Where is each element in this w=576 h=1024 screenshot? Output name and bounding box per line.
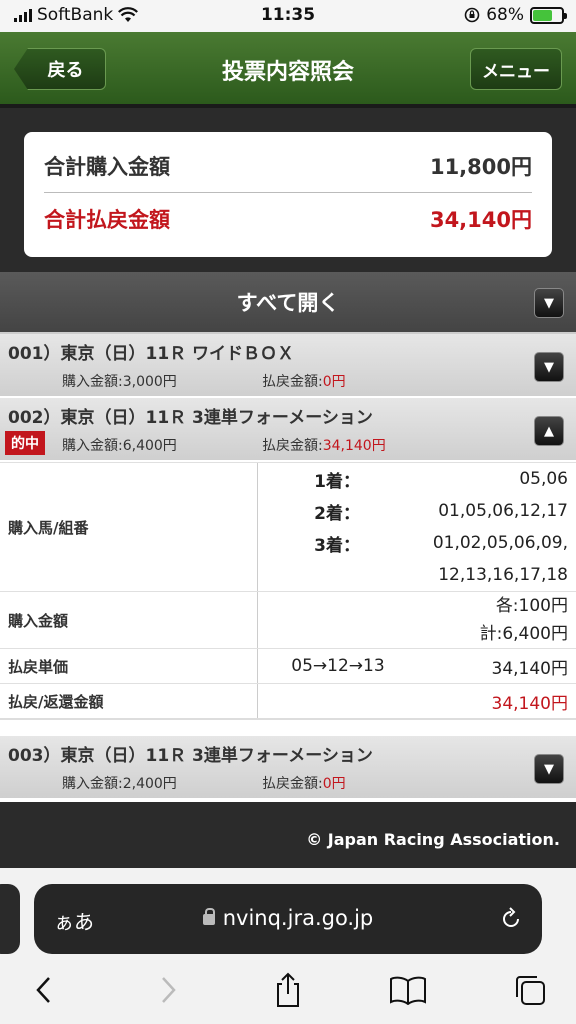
summary-box: 合計購入金額 11,800円 合計払戻金額 34,140円 (24, 132, 552, 257)
first-place: 1着： 05,06 (314, 469, 568, 492)
refund-label: 払戻/返還金額 (0, 684, 258, 718)
entry-title: 001）東京（日）11Ｒ ワイドＢＯＸ (8, 344, 295, 364)
app-header: 戻る 投票内容照会 メニュー (0, 32, 576, 108)
bet-entry-003[interactable]: 003）東京（日）11Ｒ 3連単フォーメーション 購入金額:2,400円 払戻金… (0, 736, 576, 800)
battery-icon (530, 6, 567, 24)
amount-values: 各:100円 計:6,400円 (258, 592, 576, 648)
chevron-down-icon[interactable]: ▼ (534, 754, 564, 784)
url-display[interactable]: nvinq.jra.go.jp (34, 906, 542, 930)
browser-chrome: ぁあ nvinq.jra.go.jp (0, 868, 576, 1024)
bet-entry-002[interactable]: 002）東京（日）11Ｒ 3連単フォーメーション 的中 購入金額:6,400円 … (0, 398, 576, 462)
amount-label: 購入金額 (0, 592, 258, 648)
bet-entry-001[interactable]: 001）東京（日）11Ｒ ワイドＢＯＸ 購入金額:3,000円 払戻金額:0円 … (0, 334, 576, 398)
url-text: nvinq.jra.go.jp (222, 906, 374, 930)
status-right: 68% (464, 5, 567, 25)
total-payout-value: 34,140円 (429, 207, 532, 232)
total-amount: 計:6,400円 (479, 624, 568, 644)
previous-tab-edge[interactable] (0, 884, 20, 954)
refund-value: 34,140円 (491, 693, 568, 714)
winning-combo: 05→12→13 (291, 656, 385, 676)
copyright-footer: © Japan Racing Association. (0, 812, 576, 868)
entry-payout: 払戻金額:34,140円 (262, 438, 386, 454)
unit-price-value: 34,140円 (491, 658, 568, 679)
total-payout-label: 合計払戻金額 (44, 207, 170, 232)
total-purchase-value: 11,800円 (429, 155, 532, 179)
lock-icon (202, 908, 215, 925)
each-amount: 各:100円 (495, 596, 568, 616)
total-purchase-label: 合計購入金額 (44, 155, 170, 179)
chevron-down-icon[interactable]: ▼ (534, 288, 564, 318)
unit-price-values: 05→12→13 34,140円 (258, 649, 576, 683)
chevron-down-icon[interactable]: ▼ (534, 352, 564, 382)
entry-purchase: 購入金額:2,400円 (62, 776, 177, 792)
reload-icon[interactable] (498, 906, 524, 932)
battery-percent: 68% (486, 5, 524, 25)
hit-badge: 的中 (5, 431, 45, 455)
second-place: 2着： 01,05,06,12,17 (314, 501, 568, 524)
browser-toolbar (0, 966, 576, 1016)
bookmarks-icon[interactable] (388, 970, 428, 1010)
horses-row: 購入馬/組番 1着： 05,06 2着： 01,05,06,12,17 3着： 01,… (0, 462, 576, 591)
total-purchase-row: 合計購入金額 11,800円 (44, 140, 532, 192)
entry-title: 002）東京（日）11Ｒ 3連単フォーメーション (8, 408, 373, 428)
forward-icon[interactable] (148, 970, 188, 1010)
chevron-up-icon[interactable]: ▲ (534, 416, 564, 446)
back-icon[interactable] (24, 970, 64, 1010)
entry-title: 003）東京（日）11Ｒ 3連単フォーメーション (8, 746, 373, 766)
entry-payout: 払戻金額:0円 (262, 374, 346, 390)
horses-label: 購入馬/組番 (0, 463, 258, 591)
entry-payout: 払戻金額:0円 (262, 776, 346, 792)
summary-section: 合計購入金額 11,800円 合計払戻金額 34,140円 (0, 112, 576, 272)
third-place: 3着： 01,02,05,06,09, (314, 533, 568, 556)
entry-purchase: 購入金額:3,000円 (62, 374, 177, 390)
amount-row: 購入金額 各:100円 計:6,400円 (0, 591, 576, 648)
open-all-bar[interactable]: すべて開く ▼ (0, 272, 576, 334)
address-bar[interactable]: ぁあ nvinq.jra.go.jp (34, 884, 542, 954)
tabs-icon[interactable] (510, 970, 550, 1010)
status-bar: SoftBank 11:35 68% (0, 0, 576, 32)
third-place-cont: 12,13,16,17,18 (438, 565, 568, 585)
refund-values: 34,140円 (258, 684, 576, 718)
refund-row: 払戻/返還金額 34,140円 (0, 683, 576, 719)
total-payout-row: 合計払戻金額 34,140円 (44, 192, 532, 244)
spacer (0, 720, 576, 736)
entry-purchase: 購入金額:6,400円 (62, 438, 177, 454)
menu-button[interactable]: メニュー (470, 48, 562, 90)
bet-list: 001）東京（日）11Ｒ ワイドＢＯＸ 購入金額:3,000円 払戻金額:0円 … (0, 334, 576, 802)
share-icon[interactable] (268, 970, 308, 1010)
unit-price-row: 払戻単価 05→12→13 34,140円 (0, 648, 576, 683)
unit-price-label: 払戻単価 (0, 649, 258, 683)
entry-detail-002: 購入馬/組番 1着： 05,06 2着： 01,05,06,12,17 3着： 01,… (0, 462, 576, 720)
lock-rotation-icon (464, 7, 480, 23)
open-all-label: すべて開く (236, 291, 340, 315)
horses-values: 1着： 05,06 2着： 01,05,06,12,17 3着： 01,02,05,0… (258, 463, 576, 591)
